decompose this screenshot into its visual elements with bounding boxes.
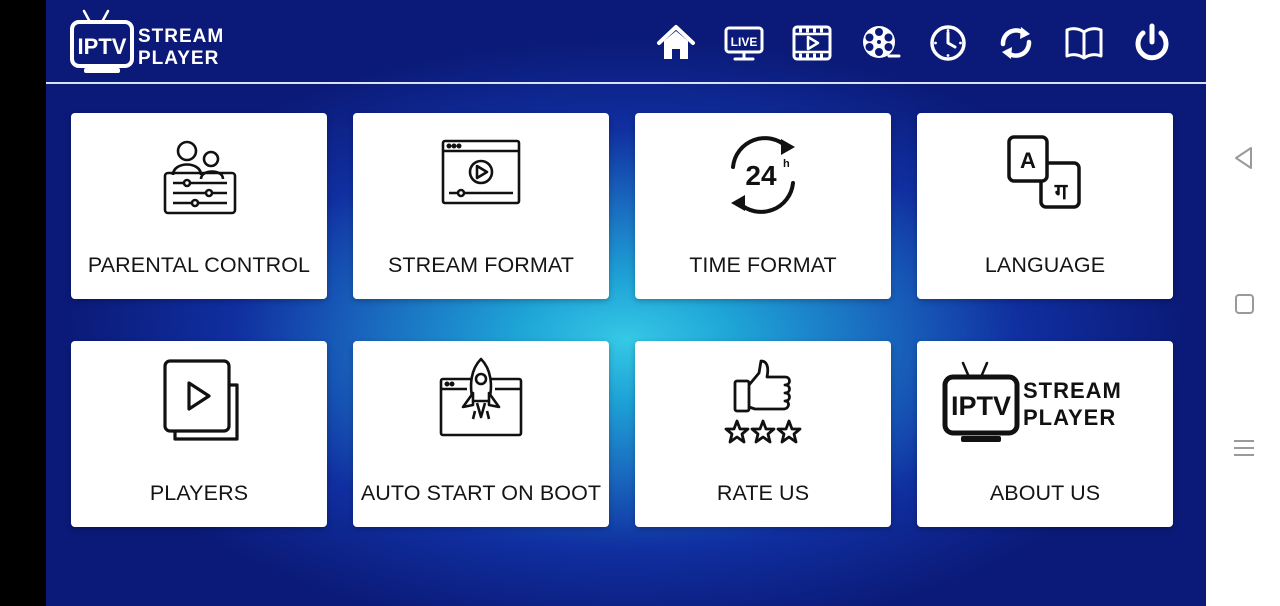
stream-format-icon <box>441 139 521 205</box>
tile-label: STREAM FORMAT <box>387 253 575 277</box>
system-recents-button[interactable] <box>1230 290 1258 318</box>
system-nav-bar <box>1206 0 1280 606</box>
tile-label: PARENTAL CONTROL <box>87 253 311 277</box>
tile-label: ABOUT US <box>989 481 1101 505</box>
system-menu-button[interactable] <box>1230 434 1258 462</box>
tile-language[interactable]: A ग LANGUAGE <box>917 113 1173 299</box>
players-icon <box>163 359 239 441</box>
thumbs-up-stars-icon <box>724 359 802 444</box>
time-format-icon: 24 h <box>731 136 795 214</box>
time-24-text: 24 <box>745 160 777 191</box>
tile-label: AUTO START ON BOOT <box>360 481 602 505</box>
recents-icon <box>1235 294 1254 314</box>
language-icon: A ग <box>1007 135 1081 209</box>
language-a-text: A <box>1020 148 1036 173</box>
language-b-text: ग <box>1054 180 1069 205</box>
tile-parental-control[interactable]: PARENTAL CONTROL <box>71 113 327 299</box>
tile-time-format[interactable]: 24 h TIME FORMAT <box>635 113 891 299</box>
about-logo-icon: IPTV STREAM PLAYER <box>942 361 1122 442</box>
tile-label: TIME FORMAT <box>689 253 837 277</box>
back-icon <box>1235 147 1252 169</box>
about-logo-badge: IPTV <box>951 391 1011 421</box>
tile-stream-format[interactable]: STREAM FORMAT <box>353 113 609 299</box>
tile-auto-start[interactable]: AUTO START ON BOOT <box>353 341 609 527</box>
menu-icon <box>1234 440 1254 456</box>
about-logo-line-1: STREAM <box>1023 378 1122 403</box>
system-back-button[interactable] <box>1230 144 1258 172</box>
tile-rate-us[interactable]: RATE US <box>635 341 891 527</box>
settings-grid: PARENTAL CONTROL STREAM FORMAT 24 h TIME… <box>46 0 1206 606</box>
parental-control-icon <box>163 140 237 215</box>
settings-screen: IPTV STREAM PLAYER LIVE PARENTAL CONTROL… <box>46 0 1206 606</box>
tile-players[interactable]: PLAYERS <box>71 341 327 527</box>
tile-label: PLAYERS <box>149 481 249 505</box>
about-logo-line-2: PLAYER <box>1023 405 1116 430</box>
time-h-text: h <box>783 158 790 170</box>
tile-label: LANGUAGE <box>984 253 1106 277</box>
tile-about-us[interactable]: IPTV STREAM PLAYER ABOUT US <box>917 341 1173 527</box>
tile-label: RATE US <box>716 481 810 505</box>
rocket-icon <box>439 357 523 437</box>
